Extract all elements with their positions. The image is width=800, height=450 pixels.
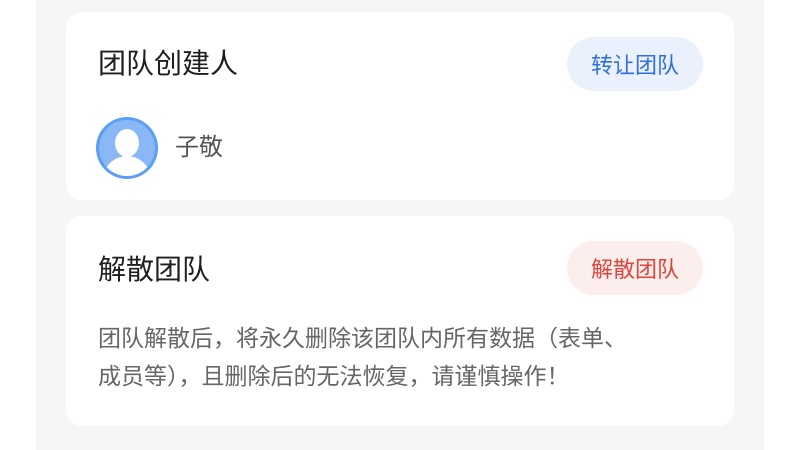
disband-warning-line-2: 成员等），且删除后的无法恢复，请谨慎操作！ xyxy=(98,364,570,390)
disband-team-card: 解散团队 解散团队 团队解散后，将永久删除该团队内所有数据（表单、 成员等），且… xyxy=(66,216,734,426)
team-creator-card: 团队创建人 转让团队 子敬 xyxy=(66,12,734,200)
disband-warning-text: 团队解散后，将永久删除该团队内所有数据（表单、 成员等），且删除后的无法恢复，请… xyxy=(98,320,698,396)
creator-name: 子敬 xyxy=(175,133,223,161)
team-creator-title: 团队创建人 xyxy=(98,47,239,80)
disband-team-button[interactable]: 解散团队 xyxy=(567,241,703,295)
user-avatar-icon xyxy=(96,117,158,179)
disband-warning-line-1: 团队解散后，将永久删除该团队内所有数据（表单、 xyxy=(98,326,627,352)
transfer-team-button[interactable]: 转让团队 xyxy=(567,37,703,91)
disband-team-title: 解散团队 xyxy=(98,253,211,286)
